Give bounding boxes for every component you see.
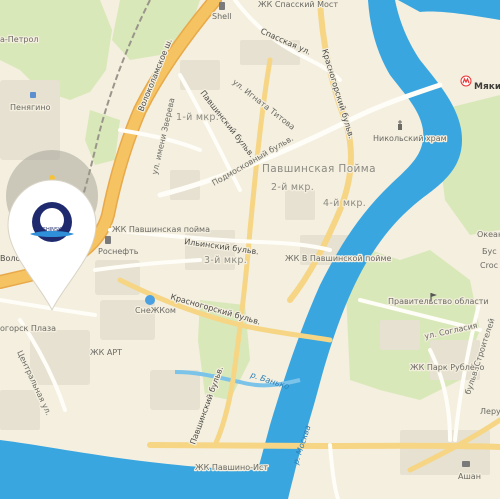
skater-icon xyxy=(145,295,155,305)
label-mkr3: 3-й мкр. xyxy=(204,255,247,266)
label-pavshinskaya-poyma: Павшинская Пойма xyxy=(262,163,376,175)
label-mkr1: 1-й мкр. xyxy=(176,112,219,123)
shopping-icon xyxy=(462,461,470,467)
church-icon xyxy=(398,120,402,130)
label-zhk-v-pavshinskoy: ЖК В Павшинской пойме xyxy=(285,254,391,263)
metro-icon xyxy=(460,75,472,87)
pin-logo-text: PAVSHINSKAYA xyxy=(34,227,71,233)
label-okeanika: Океан xyxy=(477,230,500,239)
label-lerua: Леруа xyxy=(480,407,500,416)
label-zhk-pavshino-east: ЖК Павшино-Ист xyxy=(195,463,268,472)
label-shell: Shell xyxy=(212,12,232,21)
bus-icon xyxy=(30,92,36,98)
map-canvas: ЖК Спасский Мост Спасская ул. Shell Воло… xyxy=(0,0,500,499)
label-zhk-art: ЖК АРТ xyxy=(90,348,122,357)
label-spassky-most: ЖК Спасский Мост xyxy=(258,0,338,9)
map-view[interactable]: ЖК Спасский Мост Спасская ул. Shell Воло… xyxy=(0,0,500,499)
label-petrol: а-Петрол xyxy=(0,35,38,44)
label-mkr4: 4-й мкр. xyxy=(323,198,366,209)
label-myakinino: Мякинин xyxy=(474,82,500,92)
label-pravitelstvo: Правительство области xyxy=(388,297,489,306)
label-penyagino: Пенягино xyxy=(10,103,51,112)
label-krasnogorsk-plaza: огорск Плаза xyxy=(0,324,56,333)
label-rosneft: Роснефть xyxy=(98,247,139,256)
label-snezhkom: СнеЖКом xyxy=(135,306,176,315)
fuel-icon xyxy=(219,2,225,10)
label-ashan: Ашан xyxy=(458,472,481,481)
label-nikolsky: Никольский храм xyxy=(373,134,447,143)
fuel-icon xyxy=(105,236,111,244)
label-bus: Бус xyxy=(482,247,497,256)
label-mkr2: 2-й мкр. xyxy=(271,182,314,193)
label-croc: Croc xyxy=(480,261,498,270)
label-zhk-pavshinskaya: ЖК Павшинская пойма xyxy=(112,225,210,234)
